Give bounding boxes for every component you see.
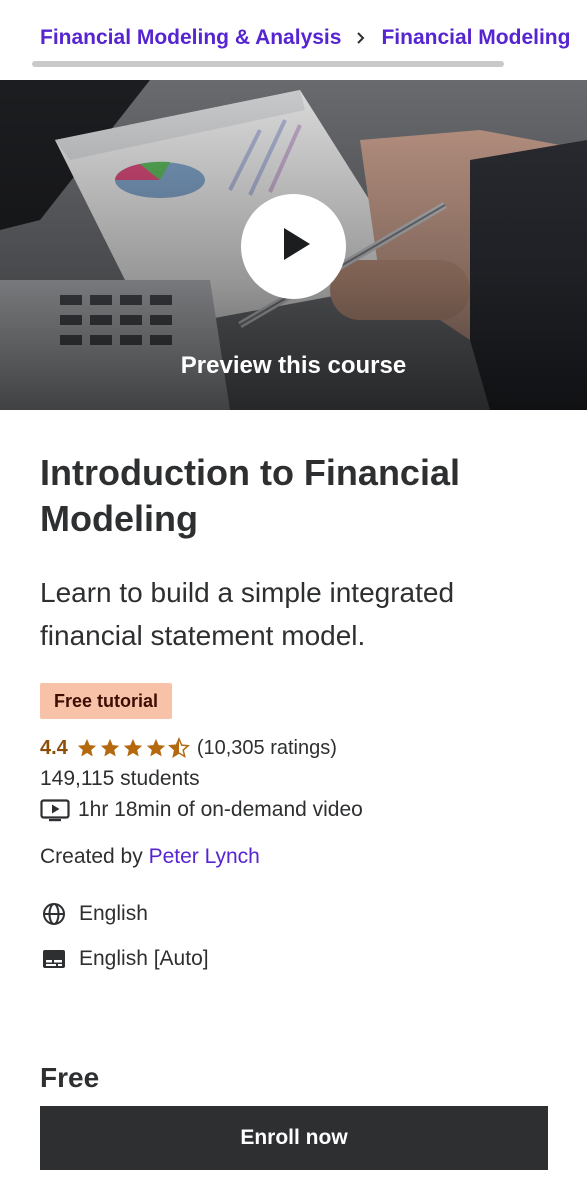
ratings-count[interactable]: (10,305 ratings) xyxy=(197,737,337,760)
instructor-link[interactable]: Peter Lynch xyxy=(149,845,260,868)
students-count: 149,115 students xyxy=(40,767,200,790)
video-duration-text: 1hr 18min of on-demand video xyxy=(78,798,363,821)
preview-label: Preview this course xyxy=(180,352,407,379)
video-duration: 1hr 18min of on-demand video xyxy=(40,798,363,822)
course-subtitle: Learn to build a simple integrated finan… xyxy=(40,577,455,651)
play-icon xyxy=(272,222,316,271)
star-icon xyxy=(100,738,119,757)
video-icon xyxy=(40,798,70,822)
course-preview[interactable]: Preview this course xyxy=(0,80,587,410)
language-row: English xyxy=(40,902,148,926)
course-title: Introduction to Financial Modeling xyxy=(40,452,460,539)
rating-stars xyxy=(76,737,191,759)
breadcrumb-scrollbar[interactable] xyxy=(32,61,504,67)
language-text: English xyxy=(79,902,148,925)
rating-row: 4.4 (10,305 ratings) xyxy=(40,735,337,761)
created-by: Created by Peter Lynch xyxy=(40,845,260,869)
chevron-right-icon xyxy=(341,31,381,45)
captions-row: English [Auto] xyxy=(40,947,209,971)
captions-icon xyxy=(40,949,68,969)
breadcrumb-list: Financial Modeling & Analysis Financial … xyxy=(40,26,570,50)
captions-text: English [Auto] xyxy=(79,947,209,970)
breadcrumb-item-category[interactable]: Financial Modeling & Analysis xyxy=(40,26,341,50)
course-price: Free xyxy=(40,1062,100,1093)
rating-score: 4.4 xyxy=(40,736,68,759)
star-icon xyxy=(77,738,96,757)
enroll-button[interactable]: Enroll now xyxy=(40,1106,548,1170)
created-by-label: Created by xyxy=(40,845,143,868)
star-icon xyxy=(146,738,165,757)
play-button[interactable] xyxy=(241,194,346,299)
breadcrumb: Financial Modeling & Analysis Financial … xyxy=(0,0,587,80)
globe-icon xyxy=(40,902,68,926)
star-icon xyxy=(123,738,142,757)
free-tutorial-badge: Free tutorial xyxy=(40,683,173,719)
breadcrumb-item-subcategory[interactable]: Financial Modeling xyxy=(381,26,570,50)
half-star-icon xyxy=(167,737,190,758)
